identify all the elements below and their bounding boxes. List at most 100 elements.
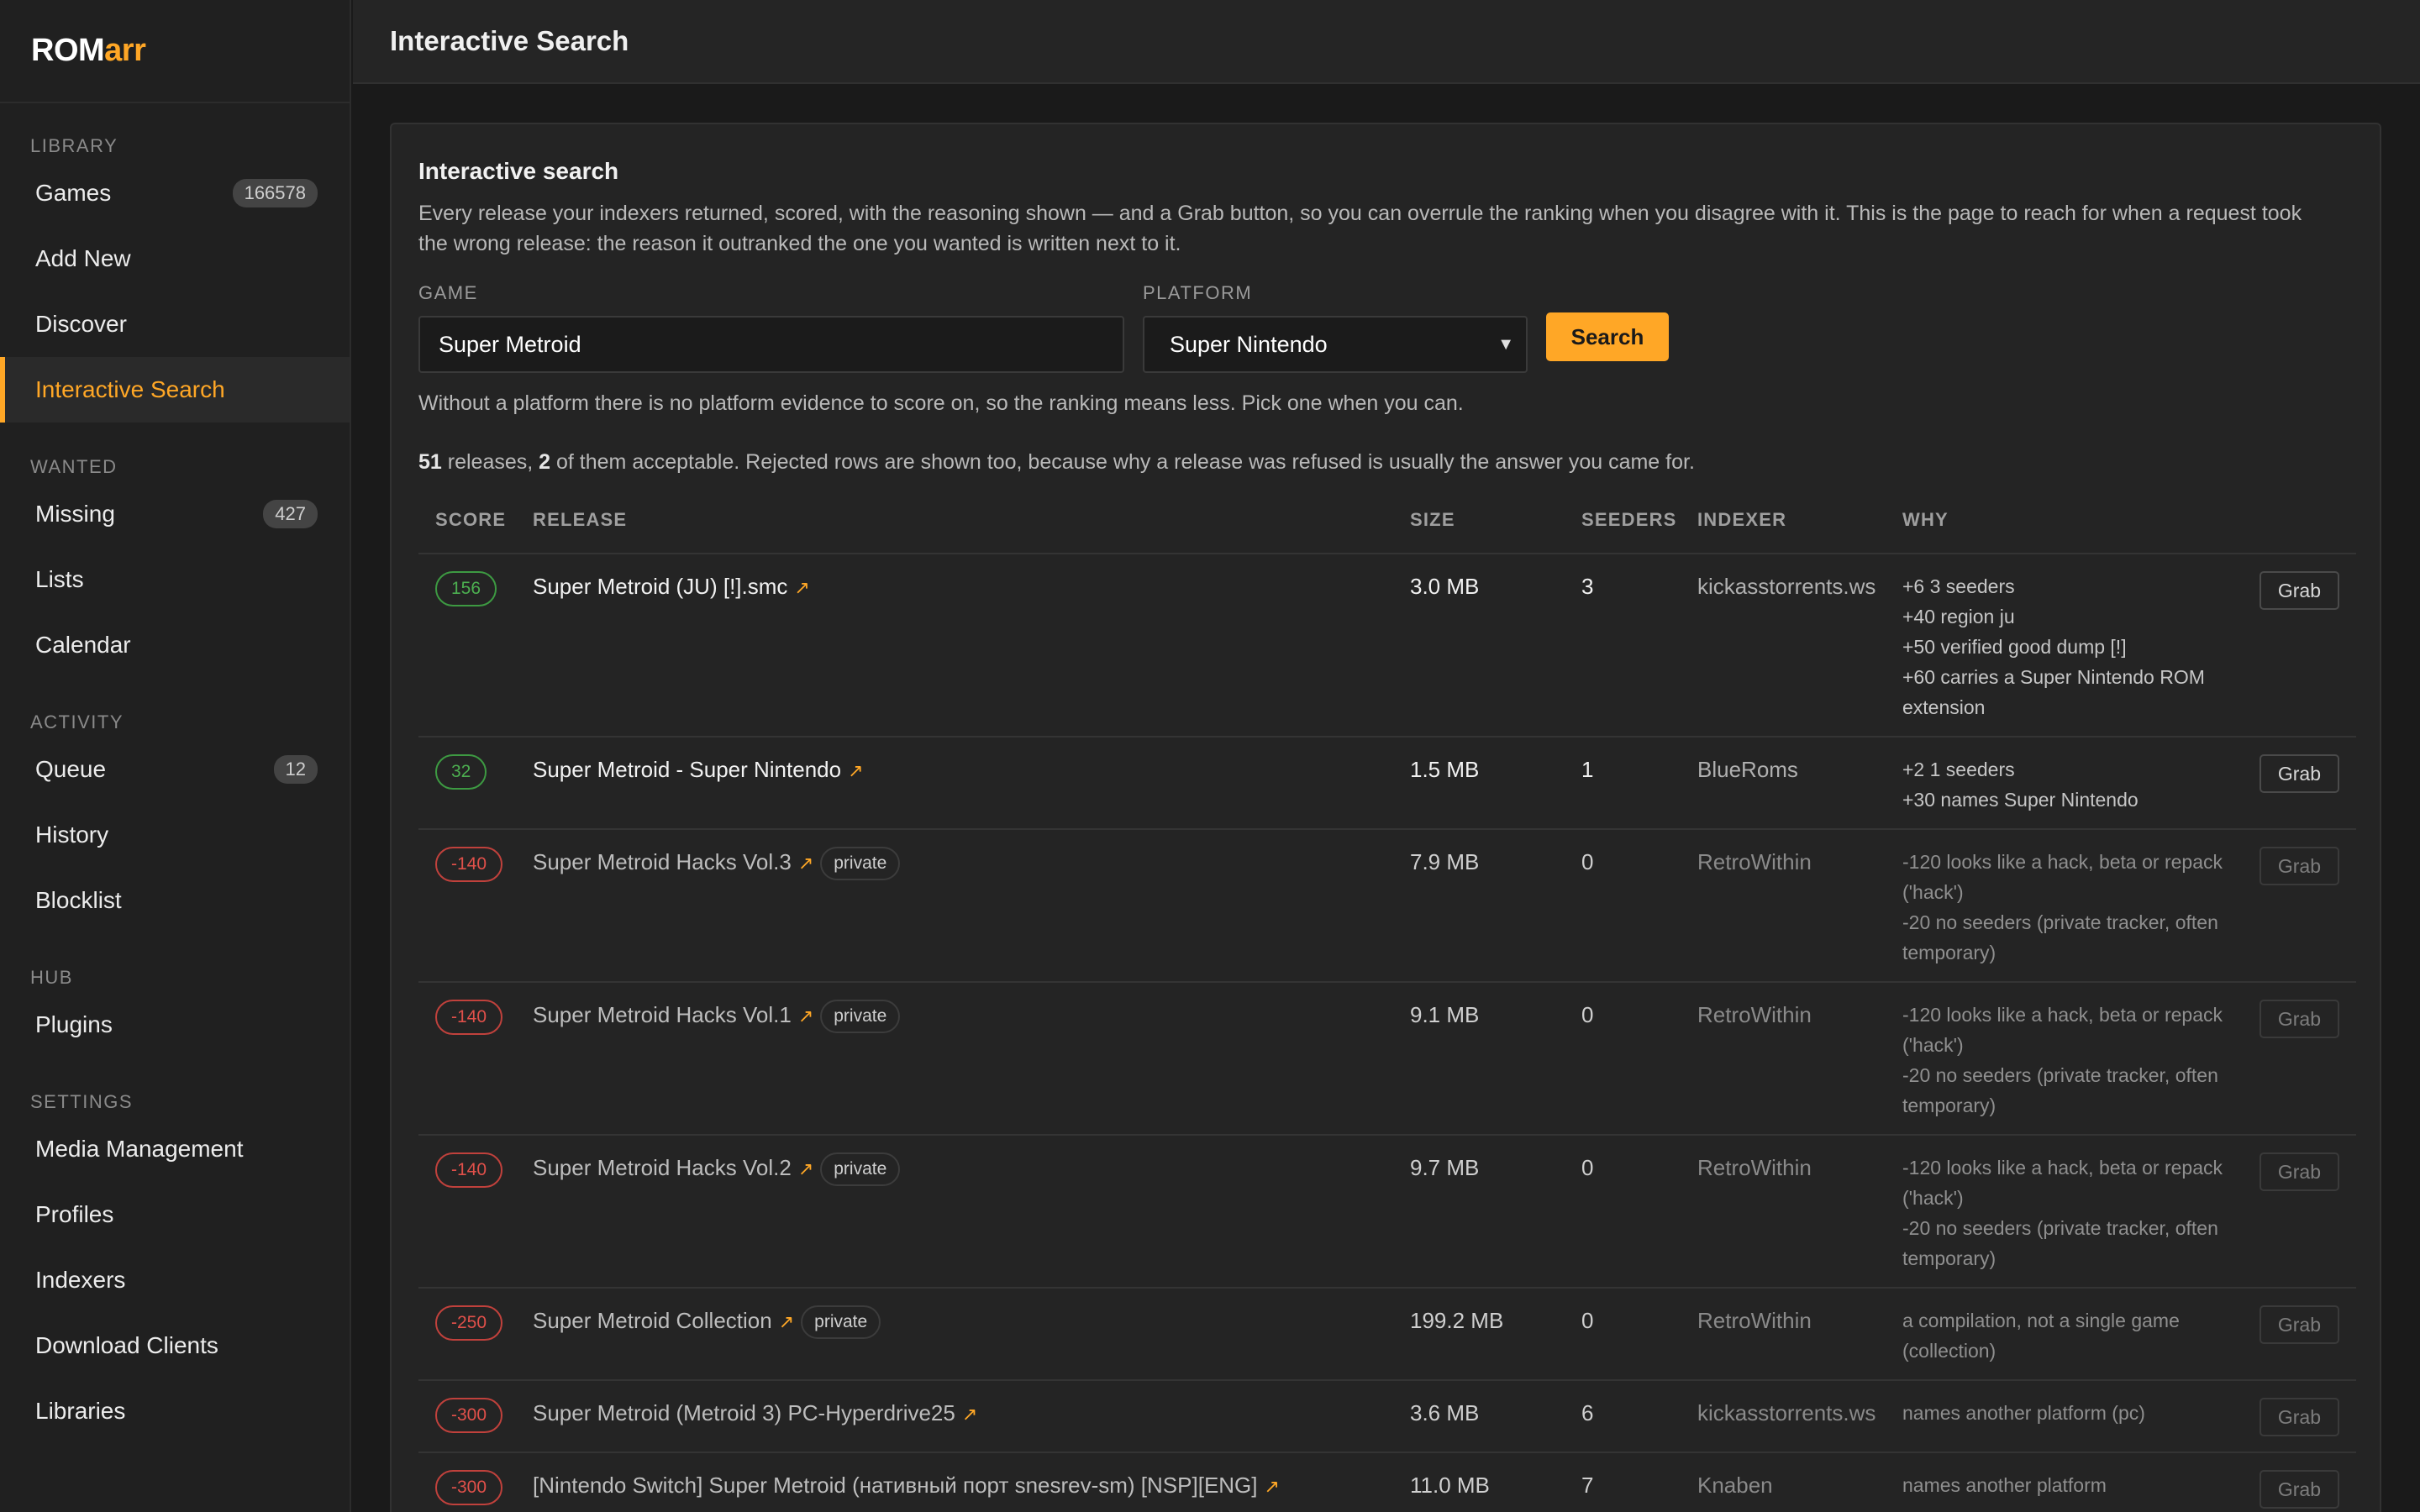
grab-button[interactable]: Grab: [2259, 1000, 2339, 1038]
platform-hint: Without a platform there is no platform …: [418, 391, 1464, 415]
score-badge: -140: [435, 1152, 503, 1188]
sidebar-item-media-management[interactable]: Media Management: [0, 1116, 350, 1182]
release-seeders: 1: [1581, 757, 1594, 782]
indexer-cell: kickasstorrents.ws: [1697, 571, 1902, 601]
sidebar-item-download-clients[interactable]: Download Clients: [0, 1313, 350, 1378]
table-row: -140 Super Metroid Hacks Vol.2 ↗ private 9.7…: [418, 1136, 2356, 1289]
grab-button[interactable]: Grab: [2259, 1152, 2339, 1191]
grab-button[interactable]: Grab: [2259, 1470, 2339, 1509]
platform-select[interactable]: Super Nintendo ▼: [1143, 316, 1528, 373]
external-link-icon[interactable]: ↗: [794, 577, 809, 598]
release-seeders: 0: [1581, 1308, 1594, 1333]
release-size: 199.2 MB: [1410, 1308, 1504, 1333]
seeders-cell: 0: [1581, 847, 1697, 877]
header-indexer[interactable]: Indexer: [1697, 509, 1902, 531]
grab-button[interactable]: Grab: [2259, 1305, 2339, 1344]
sidebar-item-missing[interactable]: Missing 427: [0, 481, 350, 547]
release-cell: Super Metroid Hacks Vol.2 ↗ private: [533, 1152, 1410, 1187]
nav-section-wanted: Wanted Missing 427 Lists Calendar: [0, 423, 350, 678]
why-cell: a compilation, not a single game (collec…: [1902, 1305, 2238, 1366]
sidebar-item-games[interactable]: Games 166578: [0, 160, 350, 226]
score-badge: -300: [435, 1398, 503, 1433]
score-badge: 32: [435, 754, 487, 790]
score-cell: 156: [418, 571, 533, 606]
seeders-cell: 7: [1581, 1470, 1697, 1500]
card-description: Every release your indexers returned, sc…: [418, 202, 2302, 255]
release-seeders: 3: [1581, 574, 1594, 599]
indexer-cell: RetroWithin: [1697, 1305, 1902, 1336]
grab-button[interactable]: Grab: [2259, 847, 2339, 885]
score-badge: -300: [435, 1470, 503, 1505]
release-name: Super Metroid Hacks Vol.3: [533, 849, 792, 874]
grab-button[interactable]: Grab: [2259, 754, 2339, 793]
game-input[interactable]: [418, 316, 1124, 373]
sidebar-item-history[interactable]: History: [0, 802, 350, 868]
sidebar-item-profiles[interactable]: Profiles: [0, 1182, 350, 1247]
sidebar-item-queue[interactable]: Queue 12: [0, 737, 350, 802]
release-name: Super Metroid Collection: [533, 1308, 772, 1333]
sidebar-item-libraries[interactable]: Libraries: [0, 1378, 350, 1444]
seeders-cell: 0: [1581, 1000, 1697, 1030]
release-indexer: kickasstorrents.ws: [1697, 1400, 1876, 1425]
sidebar-item-label: Libraries: [35, 1398, 126, 1424]
app-logo[interactable]: ROM arr: [0, 0, 350, 103]
indexer-cell: RetroWithin: [1697, 847, 1902, 877]
sidebar-item-calendar[interactable]: Calendar: [0, 612, 350, 678]
sidebar-item-label: Missing: [35, 501, 115, 527]
actions-cell: Grab: [2238, 1000, 2356, 1038]
score-reasons: names another platform: [1902, 1474, 2107, 1496]
results-table: Score Release Size Seeders Indexer Why 1…: [418, 509, 2356, 1512]
release-size: 9.7 MB: [1410, 1155, 1480, 1180]
logo-text-arr: arr: [104, 33, 146, 68]
external-link-icon[interactable]: ↗: [848, 760, 863, 781]
size-cell: 7.9 MB: [1410, 847, 1581, 877]
sidebar-item-blocklist[interactable]: Blocklist: [0, 868, 350, 933]
interactive-search-card: Interactive search Every release your in…: [390, 123, 2381, 1512]
release-seeders: 0: [1581, 1155, 1594, 1180]
seeders-cell: 3: [1581, 571, 1697, 601]
sidebar-item-indexers[interactable]: Indexers: [0, 1247, 350, 1313]
grab-button[interactable]: Grab: [2259, 571, 2339, 610]
chevron-down-icon: ▼: [1497, 334, 1514, 354]
sidebar-item-add-new[interactable]: Add New: [0, 226, 350, 291]
sidebar-item-interactive-search[interactable]: Interactive Search: [0, 357, 350, 423]
sidebar-item-discover[interactable]: Discover: [0, 291, 350, 357]
search-form: Game Platform Super Nintendo ▼ Search: [418, 277, 2353, 373]
nav-section-title: Library: [30, 135, 118, 156]
external-link-icon[interactable]: ↗: [1265, 1476, 1280, 1497]
private-tag: private: [820, 1000, 901, 1034]
summary-text-1: releases,: [441, 450, 539, 474]
header-seeders[interactable]: Seeders: [1581, 509, 1697, 531]
sidebar-item-plugins[interactable]: Plugins: [0, 992, 350, 1058]
logo-text-rom: ROM: [31, 33, 105, 68]
game-field: Game: [418, 282, 1124, 373]
actions-cell: Grab: [2238, 571, 2356, 610]
why-cell: -120 looks like a hack, beta or repack (…: [1902, 1152, 2238, 1273]
header-size[interactable]: Size: [1410, 509, 1581, 531]
header-release[interactable]: Release: [533, 509, 1410, 531]
score-reasons: -120 looks like a hack, beta or repack (…: [1902, 851, 2223, 963]
search-button[interactable]: Search: [1546, 312, 1669, 361]
table-row: -250 Super Metroid Collection ↗ private 199.…: [418, 1289, 2356, 1381]
external-link-icon[interactable]: ↗: [962, 1404, 977, 1425]
header-score[interactable]: Score: [418, 509, 533, 531]
nav-section-title: Settings: [30, 1091, 134, 1112]
size-cell: 199.2 MB: [1410, 1305, 1581, 1336]
game-label: Game: [418, 282, 478, 303]
grab-button[interactable]: Grab: [2259, 1398, 2339, 1436]
external-link-icon[interactable]: ↗: [798, 1005, 813, 1026]
score-badge: -140: [435, 1000, 503, 1035]
table-header: Score Release Size Seeders Indexer Why: [418, 509, 2356, 554]
external-link-icon[interactable]: ↗: [798, 1158, 813, 1179]
sidebar-item-label: Games: [35, 180, 112, 206]
score-cell: 32: [418, 754, 533, 790]
external-link-icon[interactable]: ↗: [779, 1311, 794, 1332]
release-cell: [Nintendo Switch] Super Metroid (нативны…: [533, 1470, 1410, 1502]
actions-cell: Grab: [2238, 1398, 2356, 1436]
sidebar-item-label: Profiles: [35, 1201, 114, 1227]
sidebar-item-lists[interactable]: Lists: [0, 547, 350, 612]
summary-text-2: of them acceptable. Rejected rows are sh…: [550, 450, 1695, 474]
table-row: -140 Super Metroid Hacks Vol.1 ↗ private 9.1…: [418, 983, 2356, 1136]
external-link-icon[interactable]: ↗: [798, 853, 813, 874]
score-reasons: -120 looks like a hack, beta or repack (…: [1902, 1004, 2223, 1116]
